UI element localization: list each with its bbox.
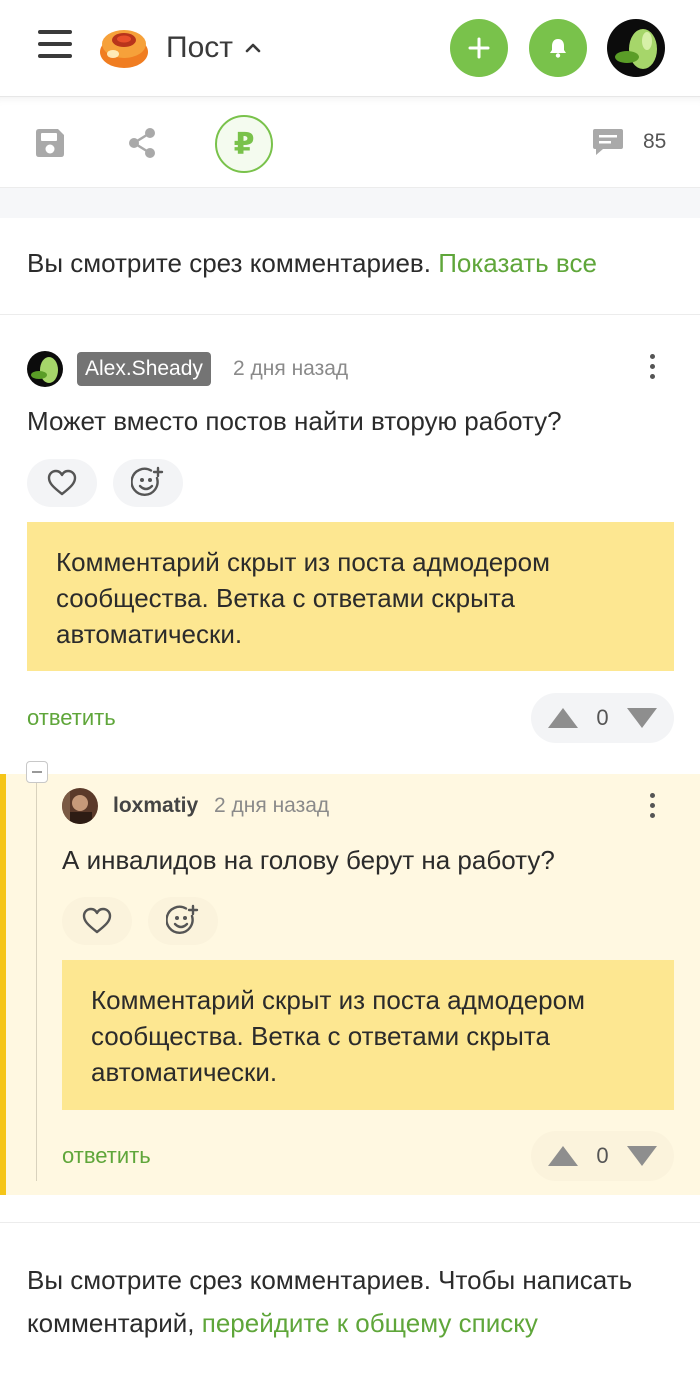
slice-notice-text: Вы смотрите срез комментариев.	[27, 248, 439, 278]
add-post-button[interactable]	[450, 19, 508, 77]
page-title-dropdown[interactable]: Пост	[166, 28, 261, 68]
top-header: Пост	[0, 0, 700, 97]
upvote-icon[interactable]	[547, 1145, 579, 1167]
thread-line	[36, 774, 37, 1181]
avatar[interactable]	[62, 788, 98, 824]
page-title: Пост	[166, 31, 233, 64]
share-icon[interactable]	[126, 126, 158, 160]
emoji-add-icon	[166, 904, 199, 934]
more-options-icon[interactable]	[642, 789, 662, 823]
heart-icon	[82, 907, 112, 934]
reply-link[interactable]: ответить	[62, 1143, 151, 1169]
like-button[interactable]	[27, 459, 97, 507]
heart-icon	[47, 469, 77, 496]
bottom-slice-notice: Вы смотрите срез комментариев. Чтобы нап…	[0, 1222, 700, 1389]
upvote-icon[interactable]	[547, 707, 579, 729]
hidden-comment-notice: Комментарий скрыт из поста адмодером соо…	[62, 960, 674, 1110]
user-avatar[interactable]	[607, 19, 665, 77]
downvote-icon[interactable]	[626, 1145, 658, 1167]
downvote-icon[interactable]	[626, 707, 658, 729]
comments-icon[interactable]	[591, 125, 625, 159]
collapse-thread-button[interactable]	[26, 761, 48, 783]
emoji-add-icon	[131, 466, 164, 496]
add-reaction-button[interactable]	[113, 459, 183, 507]
rating-value: 0	[596, 1143, 609, 1168]
add-reaction-button[interactable]	[148, 897, 218, 945]
donate-button[interactable]: ₽	[215, 115, 273, 173]
go-to-full-list-link[interactable]: перейдите к общему списку	[202, 1308, 538, 1338]
rating-control: 0	[531, 693, 674, 743]
avatar[interactable]	[27, 351, 63, 387]
hidden-comment-notice: Комментарий скрыт из поста адмодером соо…	[27, 522, 674, 671]
pikabu-logo[interactable]	[98, 24, 150, 70]
rating-value: 0	[596, 705, 609, 730]
like-button[interactable]	[62, 897, 132, 945]
bell-icon	[550, 39, 566, 58]
comment-text: А инвалидов на голову берут на работу?	[62, 845, 555, 875]
show-all-link[interactable]: Показать все	[438, 248, 597, 278]
section-divider	[0, 188, 700, 218]
post-action-bar: ₽ 85	[0, 97, 700, 188]
comment-time: 2 дня назад	[214, 794, 330, 817]
comment-time: 2 дня назад	[233, 357, 349, 380]
thread-highlight-bar	[0, 774, 6, 1195]
slice-notice: Вы смотрите срез комментариев. Показать …	[0, 218, 700, 315]
plus-icon	[468, 37, 490, 59]
chevron-up-icon	[245, 43, 261, 53]
comment-author[interactable]: Alex.Sheady	[77, 352, 211, 386]
rating-control: 0	[531, 1131, 674, 1181]
more-options-icon[interactable]	[642, 350, 662, 384]
menu-icon[interactable]	[38, 30, 72, 62]
save-icon[interactable]	[33, 126, 67, 160]
reply-link[interactable]: ответить	[27, 705, 116, 731]
notifications-button[interactable]	[529, 19, 587, 77]
ruble-icon: ₽	[233, 127, 255, 161]
comment-text: Может вместо постов найти вторую работу?	[27, 406, 562, 436]
comment-author[interactable]: loxmatiy	[113, 794, 198, 818]
comments-count: 85	[643, 130, 667, 153]
